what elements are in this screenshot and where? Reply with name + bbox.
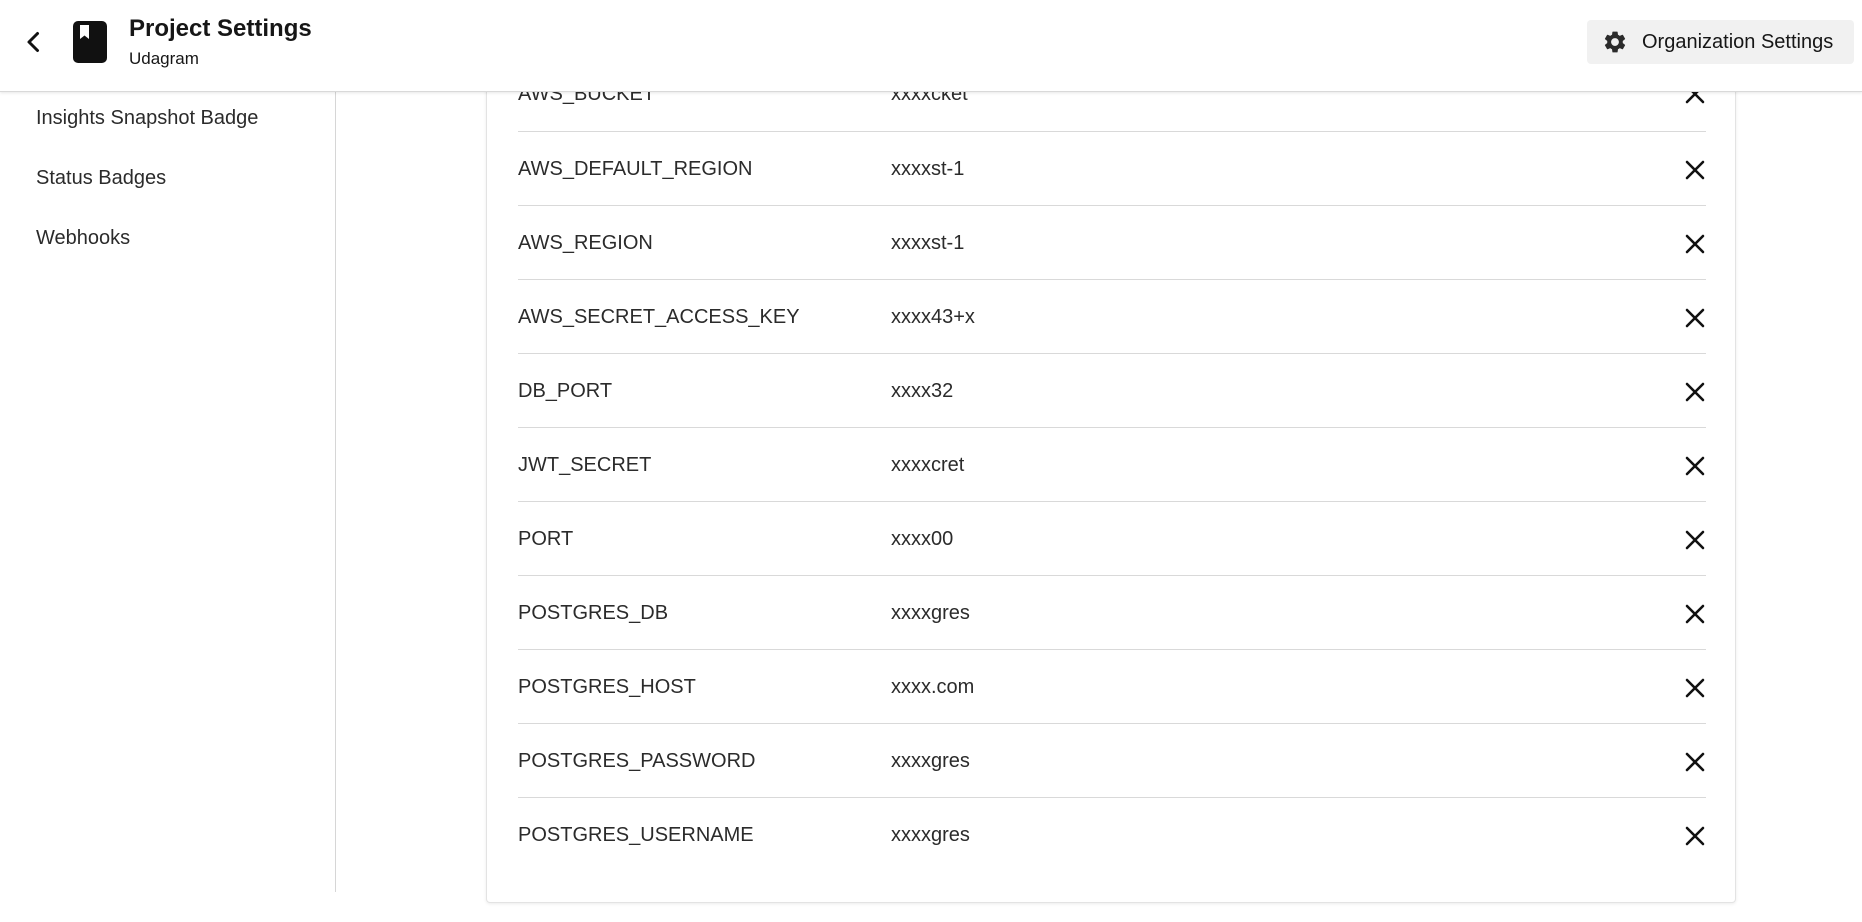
env-var-value: xxxxgres xyxy=(891,750,970,772)
organization-settings-label: Organization Settings xyxy=(1642,30,1834,53)
env-var-name: POSTGRES_PASSWORD xyxy=(518,750,756,772)
project-name: Udagram xyxy=(129,49,199,68)
sidebar-item-insights-snapshot-badge[interactable]: Insights Snapshot Badge xyxy=(36,107,258,130)
env-var-name: PORT xyxy=(518,528,574,550)
env-var-row: AWS_DEFAULT_REGION xxxxst-1 xyxy=(518,132,1706,206)
env-var-name: AWS_REGION xyxy=(518,232,653,254)
env-var-name: DB_PORT xyxy=(518,380,613,402)
back-button[interactable] xyxy=(14,22,54,62)
env-var-name: AWS_DEFAULT_REGION xyxy=(518,158,753,180)
env-vars-card: AWS_BUCKET xxxxcket AWS_DEFAULT_REGION x… xyxy=(486,60,1736,903)
delete-icon[interactable] xyxy=(1684,381,1706,403)
delete-icon[interactable] xyxy=(1684,825,1706,847)
env-var-row: POSTGRES_DB xxxxgres xyxy=(518,576,1706,650)
env-var-row: POSTGRES_HOST xxxx.com xyxy=(518,650,1706,724)
delete-icon[interactable] xyxy=(1684,233,1706,255)
delete-icon[interactable] xyxy=(1684,677,1706,699)
env-var-value: xxxx32 xyxy=(891,380,954,402)
delete-icon[interactable] xyxy=(1684,529,1706,551)
env-var-row: AWS_SECRET_ACCESS_KEY xxxx43+x xyxy=(518,280,1706,354)
sidebar-item-status-badges[interactable]: Status Badges xyxy=(36,167,166,190)
env-var-row: POSTGRES_USERNAME xxxxgres xyxy=(518,798,1706,872)
env-var-row: POSTGRES_PASSWORD xxxxgres xyxy=(518,724,1706,798)
delete-icon[interactable] xyxy=(1684,307,1706,329)
env-var-name: POSTGRES_DB xyxy=(518,602,669,624)
delete-icon[interactable] xyxy=(1684,751,1706,773)
delete-icon[interactable] xyxy=(1684,159,1706,181)
settings-sidebar: Insights Snapshot Badge Status Badges We… xyxy=(0,92,336,892)
env-var-value: xxxx.com xyxy=(891,676,975,698)
sidebar-item-webhooks[interactable]: Webhooks xyxy=(36,227,130,250)
env-var-name: POSTGRES_HOST xyxy=(518,676,696,698)
env-var-value: xxxxcret xyxy=(891,454,965,476)
delete-icon[interactable] xyxy=(1684,455,1706,477)
env-var-value: xxxx43+x xyxy=(891,306,975,328)
top-header: Project Settings Udagram Organization Se… xyxy=(0,0,1862,92)
env-var-name: AWS_SECRET_ACCESS_KEY xyxy=(518,306,800,328)
env-var-value: xxxxgres xyxy=(891,824,970,846)
delete-icon[interactable] xyxy=(1684,603,1706,625)
page-title: Project Settings xyxy=(129,15,312,42)
bookmark-book-icon xyxy=(73,21,107,63)
env-var-row: AWS_REGION xxxxst-1 xyxy=(518,206,1706,280)
env-var-row: PORT xxxx00 xyxy=(518,502,1706,576)
env-var-value: xxxx00 xyxy=(891,528,954,550)
organization-settings-button[interactable]: Organization Settings xyxy=(1587,20,1854,64)
env-var-row: JWT_SECRET xxxxcret xyxy=(518,428,1706,502)
chevron-left-icon xyxy=(27,32,39,52)
env-var-value: xxxxst-1 xyxy=(891,158,965,180)
env-var-value: xxxxgres xyxy=(891,602,970,624)
env-var-name: JWT_SECRET xyxy=(518,454,652,476)
env-var-name: POSTGRES_USERNAME xyxy=(518,824,754,846)
gear-icon xyxy=(1604,31,1626,53)
env-var-value: xxxxst-1 xyxy=(891,232,965,254)
env-var-row: DB_PORT xxxx32 xyxy=(518,354,1706,428)
